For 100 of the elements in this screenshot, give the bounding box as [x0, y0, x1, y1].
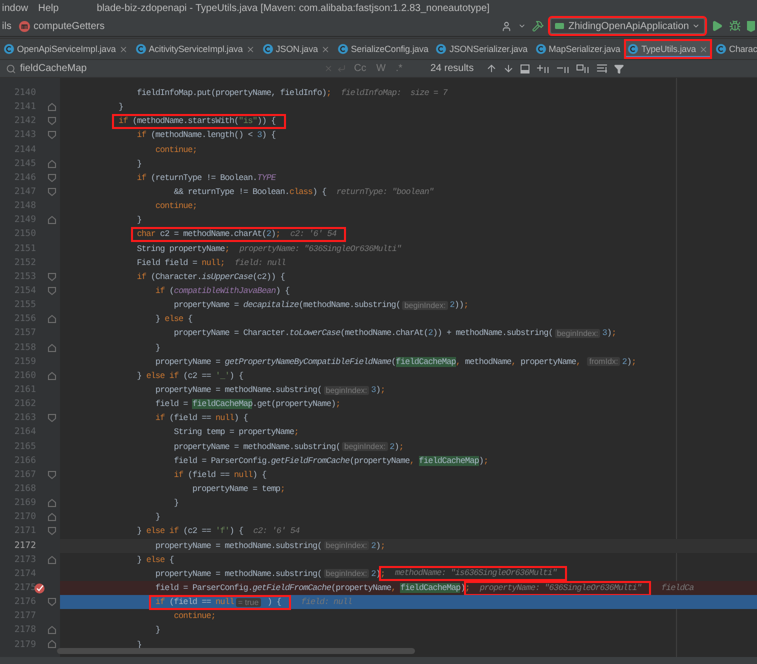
code-text: field = ParserConfig.: [154, 582, 252, 593]
menu-item[interactable]: Help: [38, 2, 59, 14]
fold-icon[interactable]: [48, 513, 56, 522]
editor-tab[interactable]: OpenApiServiceImpl.java: [0, 39, 132, 59]
fold-icon[interactable]: [48, 160, 56, 168]
code-text: (field ==: [186, 470, 230, 480]
fold-icon[interactable]: [48, 174, 56, 182]
inlay-hint: = true: [236, 598, 261, 607]
code-text: "is": [238, 116, 258, 126]
fold-icon[interactable]: [48, 372, 56, 380]
fold-icon[interactable]: [48, 556, 56, 564]
filter-icon[interactable]: [614, 64, 624, 74]
next-icon[interactable]: [502, 63, 514, 74]
fold-icon[interactable]: [48, 315, 56, 324]
code-text: (propertyName: [331, 582, 392, 593]
code-text: }: [117, 102, 124, 112]
code-text: {: [168, 554, 174, 565]
debug-value: methodName: "is636SingleOr636Multi": [395, 569, 557, 578]
code-text: propertyName =: [154, 356, 222, 367]
window-icon[interactable]: [520, 64, 530, 74]
search-match: fieldCacheMap: [400, 582, 460, 593]
fold-icon[interactable]: [48, 626, 56, 634]
fold-icon[interactable]: [48, 470, 56, 479]
code-text: TYPE: [257, 172, 276, 183]
code-text: && returnType != Boolean.: [172, 187, 290, 198]
user-icon[interactable]: [501, 20, 512, 32]
code-text: }: [136, 158, 142, 169]
editor-tab[interactable]: MapSerializer.java: [532, 39, 624, 59]
breakpoint-icon[interactable]: [34, 582, 45, 594]
newline-icon[interactable]: [337, 64, 346, 73]
search-field[interactable]: fieldCacheMap: [20, 63, 320, 74]
code-text: ;: [631, 356, 636, 367]
fold-icon[interactable]: [48, 286, 56, 295]
code-text: null: [216, 598, 234, 607]
lines-icon[interactable]: [596, 64, 608, 74]
clear-icon[interactable]: [324, 64, 333, 73]
menu-item[interactable]: indow: [2, 2, 28, 14]
code-text: ;: [336, 399, 340, 410]
inlay-hint: beginIndex:: [402, 300, 448, 310]
scrollbar-thumb[interactable]: [57, 648, 415, 654]
fold-icon[interactable]: [48, 640, 56, 648]
code-text: isUpperCase: [202, 272, 252, 282]
editor-tab[interactable]: SerializeConfig.java: [334, 39, 432, 59]
code-text: propertyName = methodName.substring(: [154, 385, 322, 396]
fold-icon[interactable]: [48, 414, 56, 422]
fold-icon[interactable]: [48, 344, 56, 352]
code-text: '_': [216, 370, 230, 381]
run-icon[interactable]: [711, 20, 723, 32]
editor-tab[interactable]: Charac: [712, 39, 757, 59]
fold-icon[interactable]: [48, 103, 56, 112]
caret-icon[interactable]: [518, 22, 526, 30]
code-text: (field ==: [168, 413, 212, 424]
close-icon[interactable]: [118, 44, 128, 54]
code-text: ): [270, 230, 276, 239]
code-text: )) {: [257, 116, 276, 126]
fold-icon[interactable]: [48, 527, 56, 536]
code-text: if: [154, 413, 165, 424]
code-text: propertyName = Character.: [172, 328, 290, 338]
code-text: ): [460, 582, 466, 593]
close-icon[interactable]: [246, 44, 255, 54]
close-icon[interactable]: [698, 44, 708, 54]
fold-icon[interactable]: [48, 131, 56, 140]
inlay-hint: beginIndex:: [554, 328, 600, 338]
add-selection-icon[interactable]: [536, 64, 550, 74]
code-text: ): [626, 356, 632, 367]
code-text: ,: [511, 356, 516, 367]
previous-icon[interactable]: [486, 63, 497, 74]
select-all-icon[interactable]: [576, 64, 590, 74]
fold-icon[interactable]: [48, 499, 56, 508]
coverage-icon[interactable]: [747, 20, 755, 32]
fold-icon[interactable]: [48, 117, 56, 126]
run-configuration-dropdown[interactable]: ZhidingOpenApiApplication: [550, 18, 705, 34]
fold-icon[interactable]: [48, 216, 56, 224]
code-text: if: [172, 470, 184, 480]
code-text: ): [376, 540, 380, 551]
debug-value: propertyName: "636SingleOr636Multi": [480, 584, 642, 592]
code-text: null: [216, 413, 234, 424]
code-text: getFieldFromCache: [270, 456, 350, 466]
close-icon[interactable]: [320, 44, 330, 54]
fold-icon[interactable]: [48, 188, 56, 196]
breadcrumb[interactable]: computeGetters: [33, 20, 105, 32]
code-text: propertyName = methodName.substring(: [154, 568, 322, 579]
code-text: }: [136, 554, 143, 565]
code-text: (returnType != Boolean.: [150, 172, 258, 183]
code-text: ;: [611, 328, 616, 338]
editor-tab[interactable]: JSON.java: [258, 39, 334, 59]
app-icon: [555, 22, 566, 30]
hammer-icon[interactable]: [532, 20, 544, 32]
breadcrumb[interactable]: ils: [2, 20, 12, 32]
editor-tab[interactable]: JSONSerializer.java: [432, 39, 532, 59]
editor-tab[interactable]: TypeUtils.java: [624, 39, 712, 59]
editor-tab[interactable]: AcitivityServiceImpl.java: [132, 39, 259, 59]
code-text: 2: [450, 300, 454, 310]
code-text: ): [478, 456, 484, 466]
code-text: else if: [146, 526, 179, 536]
code-text: ,: [576, 356, 582, 367]
debug-icon[interactable]: [729, 20, 741, 32]
fold-icon[interactable]: [48, 598, 56, 606]
code-text: ) {: [252, 470, 266, 480]
fold-icon[interactable]: [48, 272, 56, 281]
